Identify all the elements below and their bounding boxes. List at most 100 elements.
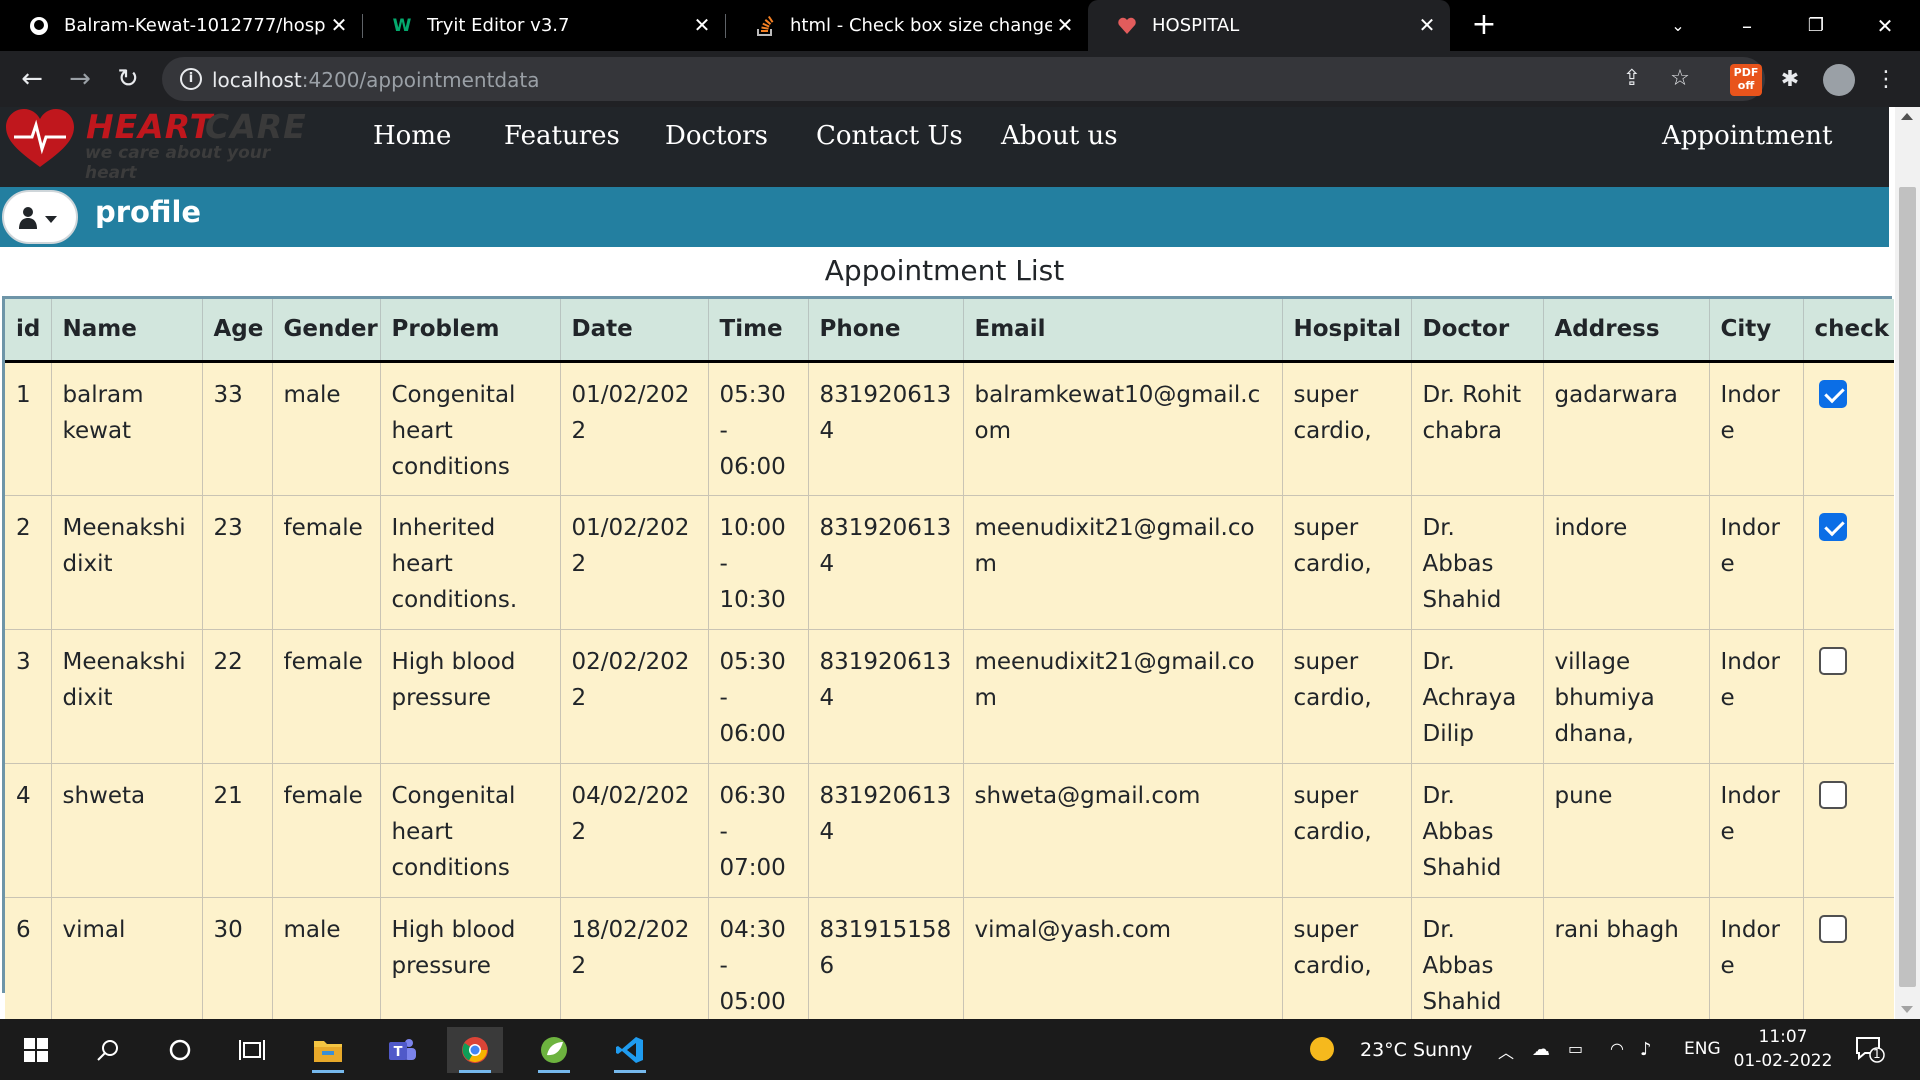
pdf-extension-icon[interactable]: PDF off xyxy=(1730,64,1762,96)
weather-text[interactable]: 23°C Sunny xyxy=(1360,1039,1472,1061)
cell-city: Indore xyxy=(1709,495,1804,630)
new-tab-button[interactable]: + xyxy=(1468,10,1500,42)
notification-center-icon[interactable]: 1 xyxy=(1848,1029,1892,1069)
row-checkbox[interactable] xyxy=(1818,646,1847,675)
nav-features[interactable]: Features xyxy=(504,121,620,151)
cell-age: 22 xyxy=(202,629,273,764)
tab-search-icon[interactable]: ⌄ xyxy=(1658,6,1698,46)
cell-name: shweta xyxy=(51,763,203,898)
cell-gender: male xyxy=(272,897,381,1020)
nav-appointment[interactable]: Appointment xyxy=(1662,121,1832,151)
nav-contact-us[interactable]: Contact Us xyxy=(816,121,963,151)
row-checkbox[interactable] xyxy=(1818,379,1847,408)
stackoverflow-icon xyxy=(754,15,776,37)
col-hospital: Hospital xyxy=(1282,299,1412,363)
address-bar[interactable]: i localhost:4200/appointmentdata ⇪ ☆ xyxy=(162,57,1765,101)
row-checkbox[interactable] xyxy=(1818,914,1847,943)
nav-home[interactable]: Home xyxy=(373,121,451,151)
menu-kebab-icon[interactable]: ⋮ xyxy=(1870,64,1902,96)
row-checkbox[interactable] xyxy=(1818,512,1847,541)
profile-label[interactable]: profile xyxy=(95,195,201,229)
table-row: 4 shweta 21 female Congenital heart cond… xyxy=(5,763,1894,898)
cell-age: 23 xyxy=(202,495,273,630)
back-button[interactable]: ← xyxy=(13,60,51,98)
show-hidden-icons-chevron-icon[interactable]: ︿ xyxy=(1498,1039,1514,1063)
cell-doctor: Dr. Abbas Shahid xyxy=(1411,897,1544,1020)
row-checkbox[interactable] xyxy=(1818,780,1847,809)
cortana-icon[interactable] xyxy=(152,1027,208,1073)
cell-name: Meenakshi dixit xyxy=(51,629,203,764)
chrome-icon[interactable] xyxy=(447,1027,503,1073)
onedrive-cloud-icon[interactable]: ☁ xyxy=(1532,1039,1550,1060)
teams-icon[interactable]: T xyxy=(374,1027,430,1073)
scroll-down-arrow-icon[interactable] xyxy=(1901,1006,1913,1013)
cell-phone: 8319206134 xyxy=(808,361,964,496)
task-view-icon[interactable] xyxy=(224,1027,280,1073)
cell-name: Meenakshi dixit xyxy=(51,495,203,630)
cell-date: 18/02/2022 xyxy=(560,897,709,1020)
scroll-up-arrow-icon[interactable] xyxy=(1901,113,1913,120)
cell-problem: Congenital heart conditions xyxy=(380,361,561,496)
user-icon xyxy=(19,207,57,229)
profile-dropdown-button[interactable] xyxy=(2,190,78,244)
forward-button[interactable]: → xyxy=(61,60,99,98)
cell-email: vimal@yash.com xyxy=(963,897,1283,1020)
url-text[interactable]: localhost:4200/appointmentdata xyxy=(212,68,539,92)
w3schools-icon: W xyxy=(392,15,412,36)
vscode-icon[interactable] xyxy=(602,1027,658,1073)
cell-phone: 8319206134 xyxy=(808,629,964,764)
tab-hospital[interactable]: HOSPITAL ✕ xyxy=(1088,0,1450,51)
cell-phone: 8319206134 xyxy=(808,495,964,630)
restore-button[interactable]: ❐ xyxy=(1796,6,1836,46)
cell-date: 01/02/2022 xyxy=(560,361,709,496)
url-path: :4200/appointmentdata xyxy=(301,68,540,92)
minimize-button[interactable]: – xyxy=(1727,6,1767,46)
file-explorer-icon[interactable] xyxy=(300,1027,356,1073)
tab-tryit[interactable]: W Tryit Editor v3.7 ✕ xyxy=(363,0,725,51)
close-icon[interactable]: ✕ xyxy=(1416,14,1438,36)
tab-title: html - Check box size change wit xyxy=(790,15,1052,36)
table-row: 6 vimal 30 male High blood pressure 18/0… xyxy=(5,897,1894,1020)
table-header-row: id Name Age Gender Problem Date Time Pho… xyxy=(5,299,1894,363)
cell-gender: female xyxy=(272,629,381,764)
heartcare-logo[interactable]: HEART CARE we care about your heart xyxy=(0,107,306,187)
site-navbar: HEART CARE we care about your heart Home… xyxy=(0,107,1889,187)
weather-sun-icon[interactable] xyxy=(1304,1031,1340,1067)
close-icon[interactable]: ✕ xyxy=(1054,14,1076,36)
share-icon[interactable]: ⇪ xyxy=(1618,65,1646,93)
nav-about-us[interactable]: About us xyxy=(1001,121,1118,151)
scrollbar-thumb[interactable] xyxy=(1899,187,1916,987)
extensions-puzzle-icon[interactable]: ✱ xyxy=(1774,64,1806,96)
wifi-icon[interactable]: ◠ xyxy=(1610,1039,1624,1058)
windows-start-icon[interactable] xyxy=(8,1027,64,1073)
close-icon[interactable]: ✕ xyxy=(328,14,350,36)
tab-stackoverflow[interactable]: html - Check box size change wit ✕ xyxy=(726,0,1088,51)
language-indicator[interactable]: ENG xyxy=(1684,1039,1721,1059)
close-icon[interactable]: ✕ xyxy=(691,14,713,36)
cell-problem: High blood pressure xyxy=(380,897,561,1020)
tab-github[interactable]: Balram-Kewat-1012777/hospital- ✕ xyxy=(0,0,362,51)
github-icon xyxy=(28,15,50,37)
site-info-icon[interactable]: i xyxy=(180,68,202,90)
table-row: 2 Meenakshi dixit 23 female Inherited he… xyxy=(5,495,1894,630)
running-indicator xyxy=(614,1070,646,1073)
cell-phone: 8319206134 xyxy=(808,763,964,898)
taskbar-clock[interactable]: 11:07 01-02-2022 xyxy=(1730,1025,1836,1073)
reload-button[interactable]: ↻ xyxy=(109,60,147,98)
close-window-button[interactable]: ✕ xyxy=(1865,6,1905,46)
cell-hospital: super cardio, xyxy=(1282,629,1412,764)
col-address: Address xyxy=(1543,299,1710,363)
brand-tagline: we care about your heart xyxy=(85,143,271,183)
volume-icon[interactable]: ♪ xyxy=(1640,1039,1652,1060)
nav-doctors[interactable]: Doctors xyxy=(665,121,768,151)
battery-icon[interactable]: ▭ xyxy=(1568,1039,1583,1058)
page-scrollbar[interactable] xyxy=(1895,107,1920,1019)
bookmark-star-icon[interactable]: ☆ xyxy=(1666,65,1694,93)
spring-tool-suite-icon[interactable] xyxy=(526,1027,582,1073)
profile-avatar[interactable] xyxy=(1823,64,1855,96)
clock-time: 11:07 xyxy=(1758,1027,1808,1047)
pdf-extension-label: PDF xyxy=(1733,66,1759,79)
cell-age: 30 xyxy=(202,897,273,1020)
col-gender: Gender xyxy=(272,299,381,363)
search-icon[interactable] xyxy=(80,1027,136,1073)
